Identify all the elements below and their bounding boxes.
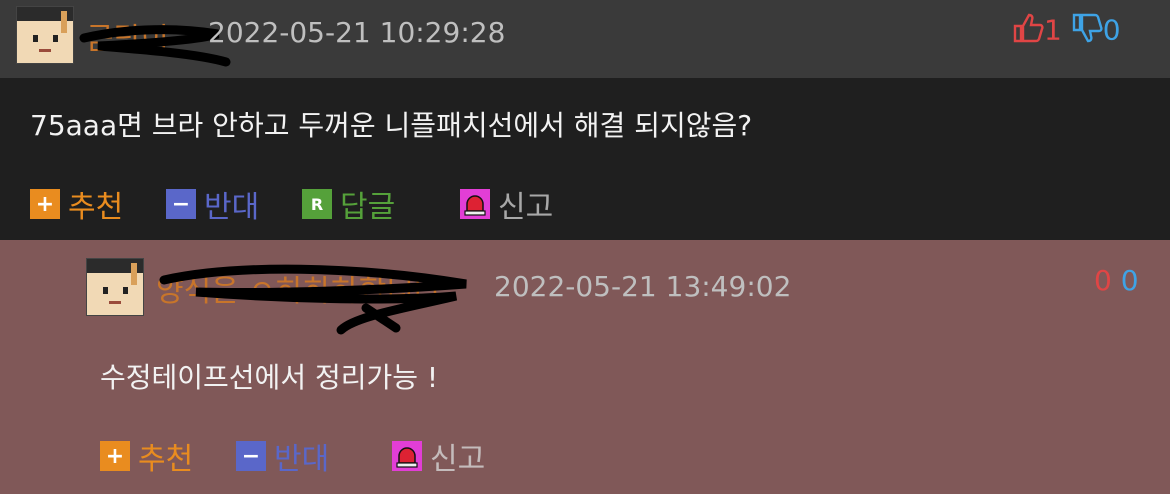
reply-label: 답글 bbox=[340, 190, 396, 225]
upvote-count[interactable]: 0 bbox=[1094, 264, 1112, 297]
reply-comment: 양식을 ㅇ하하하합니다 2022-05-21 13:49:02 0 0 수정테이… bbox=[0, 240, 1170, 494]
minus-icon: − bbox=[236, 441, 266, 471]
comment-text: 수정테이프선에서 정리가능 ! bbox=[100, 361, 439, 394]
user-avatar[interactable] bbox=[86, 258, 144, 316]
redaction-scribble bbox=[159, 264, 467, 335]
downvote-count[interactable]: 0 bbox=[1121, 264, 1139, 297]
comment-date: 2022-05-21 10:29:28 bbox=[208, 16, 506, 49]
comment: 곰탐이 2022-05-21 10:29:28 1 0 75aaa면 브라 안하… bbox=[0, 0, 1170, 240]
oppose-label: 반대 bbox=[204, 190, 260, 225]
comment-text: 75aaa면 브라 안하고 두꺼운 니플패치선에서 해결 되지않음? bbox=[30, 109, 753, 142]
report-label: 신고 bbox=[498, 190, 554, 225]
report-label: 신고 bbox=[430, 442, 486, 477]
plus-icon: + bbox=[30, 189, 60, 219]
vote-counts: 1 0 bbox=[1012, 12, 1121, 51]
oppose-label: 반대 bbox=[274, 442, 330, 477]
siren-icon bbox=[460, 189, 490, 219]
thumbs-up-icon[interactable] bbox=[1012, 12, 1044, 51]
reply-icon: R bbox=[302, 189, 332, 219]
oppose-button[interactable]: − 반대 bbox=[236, 434, 329, 478]
comment-date: 2022-05-21 13:49:02 bbox=[494, 270, 792, 303]
recommend-button[interactable]: + 추천 bbox=[30, 182, 123, 226]
vote-counts: 0 0 bbox=[1094, 264, 1139, 297]
report-button[interactable]: 신고 bbox=[392, 434, 485, 478]
minus-icon: − bbox=[166, 189, 196, 219]
upvote-count: 1 bbox=[1044, 13, 1062, 47]
thumbs-down-icon[interactable] bbox=[1071, 12, 1103, 51]
siren-icon bbox=[392, 441, 422, 471]
reply-button[interactable]: R 답글 bbox=[302, 182, 395, 226]
oppose-button[interactable]: − 반대 bbox=[166, 182, 259, 226]
recommend-label: 추천 bbox=[68, 190, 124, 225]
user-avatar[interactable] bbox=[16, 6, 74, 64]
downvote-count: 0 bbox=[1102, 13, 1121, 47]
plus-icon: + bbox=[100, 441, 130, 471]
recommend-button[interactable]: + 추천 bbox=[100, 434, 193, 478]
recommend-label: 추천 bbox=[138, 442, 194, 477]
report-button[interactable]: 신고 bbox=[460, 182, 553, 226]
